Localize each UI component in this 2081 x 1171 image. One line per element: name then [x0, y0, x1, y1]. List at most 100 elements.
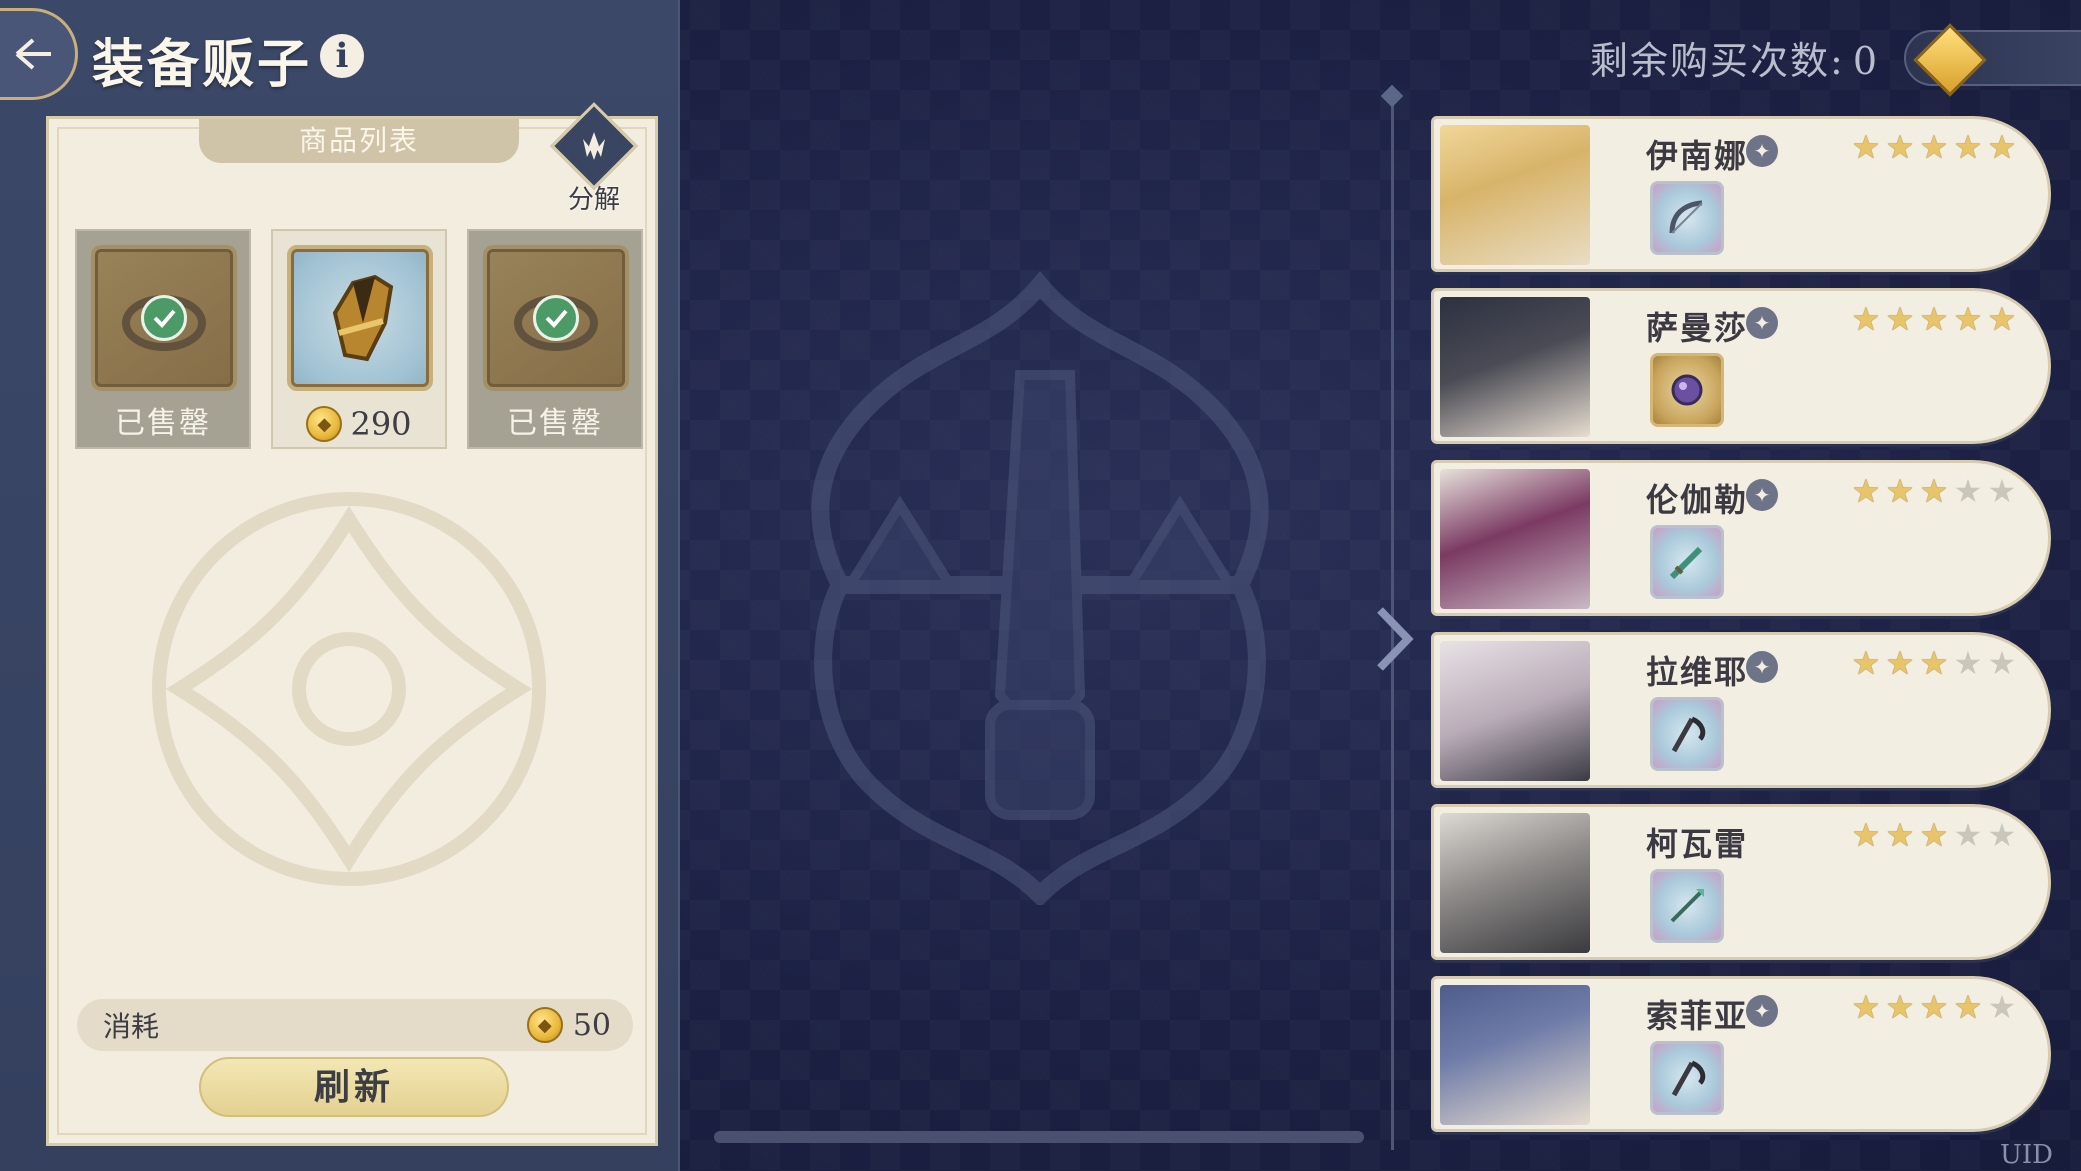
hero-name: 萨曼莎	[1646, 309, 1749, 347]
star-icon: ★	[1885, 988, 1915, 1026]
back-arrow-icon	[15, 38, 51, 70]
star-icon: ★	[1953, 816, 1983, 854]
refresh-button[interactable]: 刷新	[199, 1057, 509, 1117]
cost-label: 消耗	[103, 1010, 160, 1043]
star-icon: ★	[1919, 816, 1949, 854]
sword-icon	[1669, 546, 1703, 580]
spear-icon	[1670, 889, 1704, 923]
star-rating: ★ ★ ★ ★ ★	[1850, 475, 2018, 507]
equipment-slot[interactable]	[1650, 869, 1724, 943]
hero-card[interactable]: 伦伽勒 ✦ ★ ★ ★ ★ ★	[1431, 460, 2051, 616]
star-icon: ★	[1851, 128, 1881, 166]
cost-value: 50	[572, 1007, 611, 1043]
element-icon: ✦	[1746, 651, 1778, 683]
element-icon: ✦	[1746, 135, 1778, 167]
hero-portrait	[1440, 813, 1590, 953]
hero-name: 伊南娜	[1646, 137, 1749, 175]
equipment-slot[interactable]	[1650, 697, 1724, 771]
chevron-right-icon[interactable]	[1374, 604, 1414, 674]
equipment-slot[interactable]	[1650, 353, 1724, 427]
card-watermark-emblem	[152, 492, 546, 886]
star-rating: ★ ★ ★ ★ ★	[1850, 991, 2018, 1023]
coin-icon: ◆	[306, 406, 343, 442]
hero-card[interactable]: 拉维耶 ✦ ★ ★ ★ ★ ★	[1431, 632, 2051, 788]
star-icon: ★	[1953, 128, 1983, 166]
hero-portrait	[1440, 985, 1590, 1125]
uid-label: UID 13	[2000, 1140, 2054, 1171]
orb-icon	[1671, 374, 1703, 406]
remaining-purchases-value: 0	[1852, 39, 1879, 83]
coin-icon: ◆	[526, 1007, 563, 1043]
star-icon: ★	[1885, 128, 1915, 166]
item-price-value: 290	[350, 405, 412, 443]
item-price: ◆ 290	[273, 399, 445, 449]
hero-name: 索菲亚	[1646, 997, 1749, 1035]
star-icon: ★	[1987, 644, 2017, 682]
star-rating: ★ ★ ★ ★ ★	[1850, 131, 2018, 163]
star-icon: ★	[1919, 644, 1949, 682]
equipment-slot[interactable]	[1650, 525, 1724, 599]
hero-card[interactable]: 伊南娜 ✦ ★ ★ ★ ★ ★	[1431, 116, 2051, 272]
remaining-purchases-label: 剩余购买次数:	[1590, 39, 1845, 83]
hero-card[interactable]: 索菲亚 ✦ ★ ★ ★ ★ ★	[1431, 976, 2051, 1132]
hero-portrait	[1440, 297, 1590, 437]
star-icon: ★	[1953, 988, 1983, 1026]
shop-items-row: 已售罄 ◆ 290 已售罄	[75, 229, 645, 449]
star-rating: ★ ★ ★ ★ ★	[1850, 647, 2018, 679]
star-icon: ★	[1885, 644, 1915, 682]
star-icon: ★	[1851, 472, 1881, 510]
refresh-cost-bar: 消耗 ◆ 50	[77, 999, 633, 1051]
shop-item-2[interactable]: ◆ 290	[271, 229, 447, 449]
star-icon: ★	[1919, 300, 1949, 338]
product-list-tab: 商品列表	[199, 119, 519, 163]
star-icon: ★	[1885, 816, 1915, 854]
star-rating: ★ ★ ★ ★ ★	[1850, 303, 2018, 335]
hero-portrait	[1440, 641, 1590, 781]
hero-card[interactable]: 柯瓦雷 ★ ★ ★ ★ ★	[1431, 804, 2051, 960]
shop-item-1[interactable]: 已售罄	[75, 229, 251, 449]
star-icon: ★	[1851, 816, 1881, 854]
shop-item-3[interactable]: 已售罄	[467, 229, 643, 449]
hero-portrait	[1440, 125, 1590, 265]
equipment-slot[interactable]	[1650, 1041, 1724, 1115]
info-icon[interactable]: i	[320, 34, 364, 78]
star-icon: ★	[1953, 472, 1983, 510]
sold-check-icon	[533, 295, 579, 341]
star-icon: ★	[1987, 988, 2017, 1026]
star-icon: ★	[1885, 472, 1915, 510]
star-rating: ★ ★ ★ ★ ★	[1850, 819, 2018, 851]
star-icon: ★	[1953, 644, 1983, 682]
horizontal-scrollbar[interactable]	[714, 1131, 1364, 1143]
star-icon: ★	[1919, 128, 1949, 166]
star-icon: ★	[1987, 472, 2017, 510]
decompose-icon	[583, 132, 605, 160]
hero-name: 伦伽勒	[1646, 481, 1749, 519]
star-icon: ★	[1987, 300, 2017, 338]
element-icon: ✦	[1746, 995, 1778, 1027]
star-icon: ★	[1919, 472, 1949, 510]
currency-display[interactable]	[1904, 23, 2081, 97]
star-icon: ★	[1987, 128, 2017, 166]
product-list-card: 商品列表 分解 已售罄 ◆ 290 已售罄 消耗 ◆ 50 刷新	[46, 102, 658, 1146]
hero-name: 拉维耶	[1646, 653, 1749, 691]
back-button[interactable]	[0, 8, 78, 100]
element-icon: ✦	[1746, 307, 1778, 339]
gauntlet-icon	[332, 274, 394, 362]
decompose-button[interactable]: 分解	[550, 102, 638, 217]
star-icon: ★	[1851, 644, 1881, 682]
shop-panel: 装备贩子 i 商品列表 分解 已售罄 ◆ 290 已售罄 消耗 ◆ 50 刷新	[0, 0, 680, 1171]
sold-out-label: 已售罄	[115, 406, 211, 441]
remaining-purchases: 剩余购买次数: 0	[1590, 30, 1879, 85]
page-title: 装备贩子	[92, 34, 313, 95]
hero-card[interactable]: 萨曼莎 ✦ ★ ★ ★ ★ ★	[1431, 288, 2051, 444]
merchant-emblem	[811, 270, 1269, 905]
sold-check-icon	[141, 295, 187, 341]
bow-icon	[1669, 200, 1703, 234]
hero-portrait	[1440, 469, 1590, 609]
scythe-icon	[1671, 716, 1706, 753]
star-icon: ★	[1919, 988, 1949, 1026]
equipment-slot[interactable]	[1650, 181, 1724, 255]
star-icon: ★	[1953, 300, 1983, 338]
hero-name: 柯瓦雷	[1646, 825, 1749, 863]
element-icon: ✦	[1746, 479, 1778, 511]
